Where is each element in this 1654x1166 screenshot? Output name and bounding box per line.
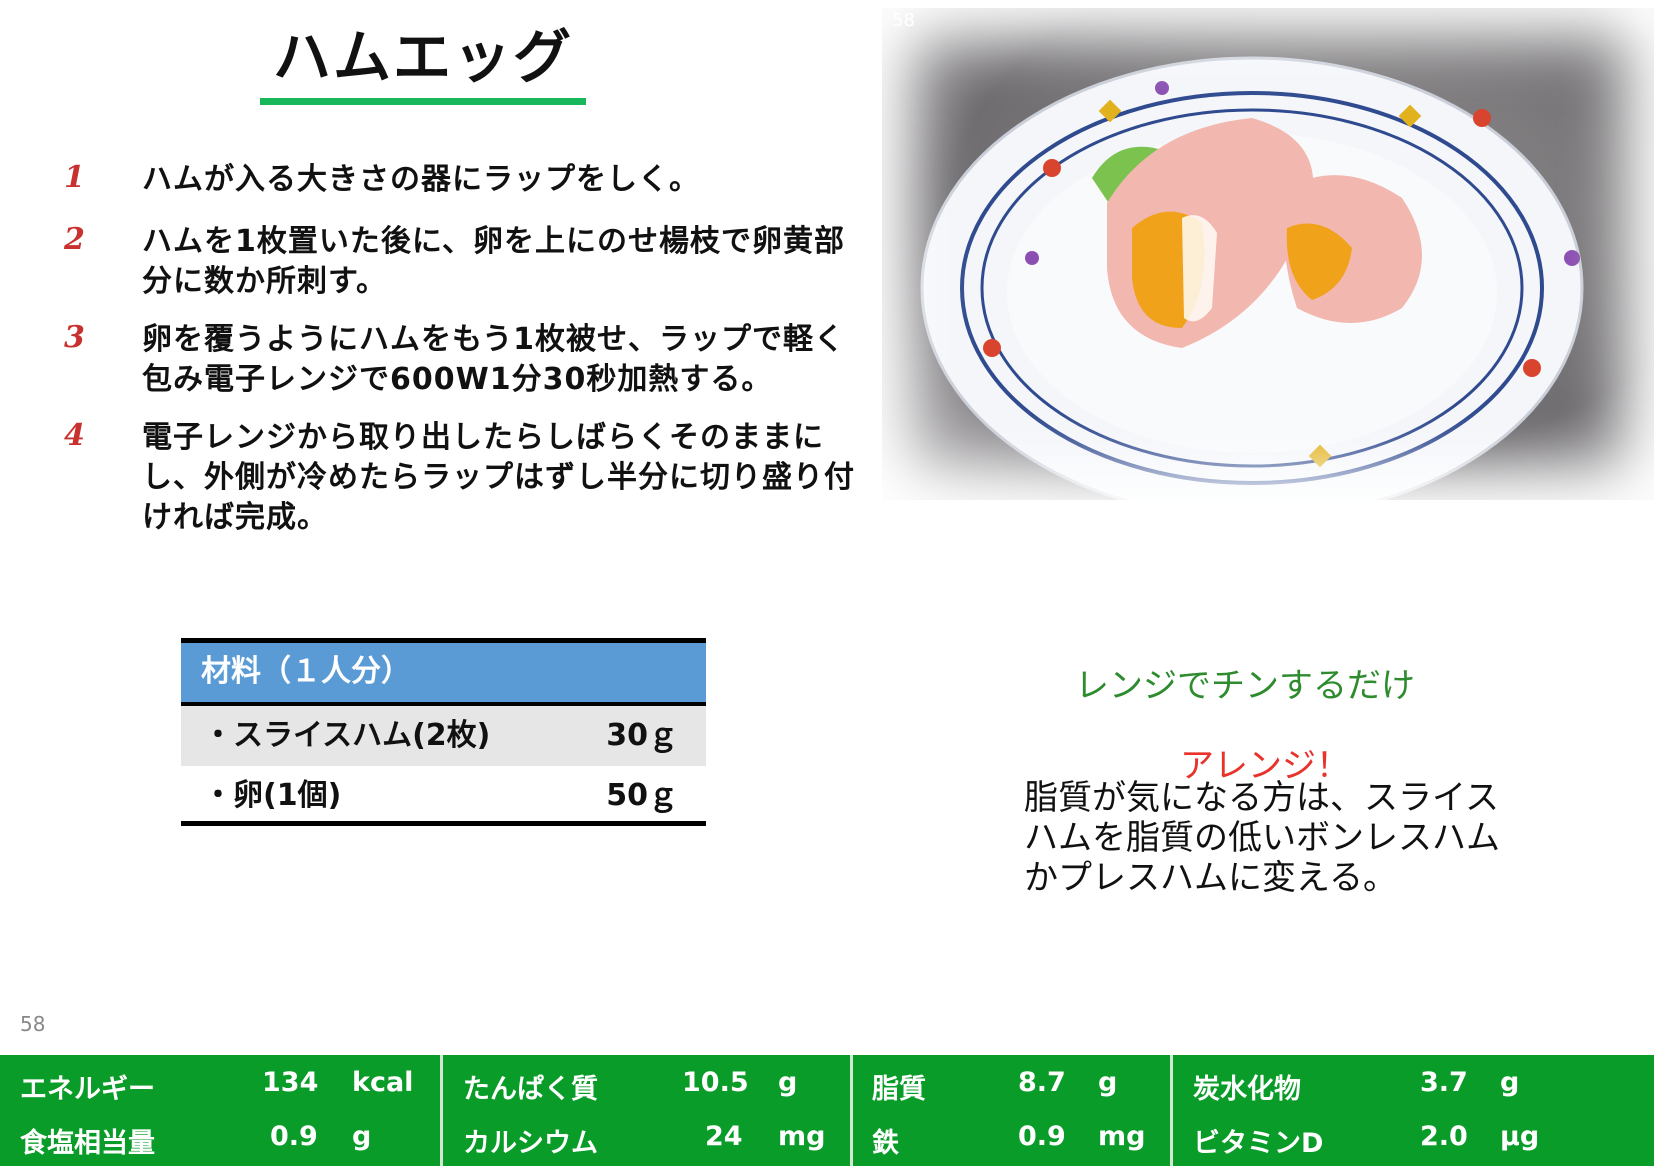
ingredient-amount: 50ｇ: [606, 778, 678, 813]
ingredients-header: 材料（１人分）: [181, 638, 706, 706]
dish-photo: 58: [882, 8, 1654, 500]
step-text: ハムを1枚置いた後に、卵を上にのせ楊枝で卵黄部分に数か所刺す。: [142, 224, 845, 299]
nutrient-value: 0.9: [270, 1121, 318, 1152]
nutrient-label: ビタミンD: [1193, 1128, 1324, 1159]
nutrient-unit: mg: [1098, 1121, 1146, 1152]
nutrient-label: 炭水化物: [1193, 1074, 1301, 1105]
recipe-title: ハムエッグ: [272, 23, 573, 91]
column-divider: [440, 1055, 443, 1166]
nutrient-unit: kcal: [352, 1067, 414, 1098]
nutrient-value: 8.7: [1018, 1067, 1066, 1098]
nutrient-value: 0.9: [1018, 1121, 1066, 1152]
step-text: 電子レンジから取り出したらしばらくそのままにし、外側が冷めたらラップはずし半分に…: [142, 420, 855, 535]
photo-page-label: 58: [892, 10, 915, 31]
step-number: 4: [64, 418, 85, 453]
page-number: 58: [20, 1012, 46, 1036]
nutrient-label: 食塩相当量: [20, 1128, 155, 1159]
column-divider: [1170, 1055, 1173, 1166]
step-text: 卵を覆うようにハムをもう1枚被せ、ラップで軽く包み電子レンジで600W1分30秒…: [142, 322, 845, 397]
step-number: 2: [64, 222, 85, 257]
nutrient-label: エネルギー: [20, 1074, 155, 1105]
nutrient-unit: g: [778, 1067, 798, 1098]
nutrient-unit: mg: [778, 1121, 826, 1152]
nutrition-bar: エネルギー 134 kcal たんぱく質 10.5 g 脂質 8.7 g 炭水化…: [0, 1055, 1654, 1166]
tip-headline: レンジでチンするだけ: [1075, 666, 1415, 706]
nutrient-unit: g: [1098, 1067, 1118, 1098]
nutrient-label: 鉄: [872, 1128, 899, 1159]
column-divider: [850, 1055, 853, 1166]
nutrient-value: 10.5: [682, 1067, 749, 1098]
arrange-body: 脂質が気になる方は、スライスハムを脂質の低いボンレスハムかプレスハムに変える。: [1024, 778, 1500, 898]
nutrient-value: 24: [705, 1121, 743, 1152]
nutrient-unit: g: [1500, 1067, 1520, 1098]
ingredient-row: ・スライスハム(2枚) 30ｇ: [181, 706, 706, 766]
nutrient-value: 2.0: [1420, 1121, 1468, 1152]
ingredient-name: ・スライスハム(2枚): [203, 718, 491, 753]
step-text: ハムが入る大きさの器にラップをしく。: [142, 162, 700, 197]
step-number: 3: [64, 320, 85, 355]
title-underline: [260, 98, 586, 105]
nutrient-value: 3.7: [1420, 1067, 1468, 1098]
nutrient-label: 脂質: [872, 1074, 926, 1105]
ham-egg-plate-illustration: [920, 56, 1584, 500]
nutrient-label: たんぱく質: [463, 1074, 598, 1105]
nutrient-value: 134: [262, 1067, 319, 1098]
ingredients-table: 材料（１人分） ・スライスハム(2枚) 30ｇ ・卵(1個) 50ｇ: [181, 638, 706, 826]
ingredient-row: ・卵(1個) 50ｇ: [181, 766, 706, 826]
nutrient-unit: g: [352, 1121, 372, 1152]
nutrient-unit: μg: [1500, 1121, 1540, 1152]
ingredient-amount: 30ｇ: [606, 718, 678, 753]
step-number: 1: [64, 160, 85, 195]
ingredient-name: ・卵(1個): [203, 778, 342, 813]
nutrient-label: カルシウム: [463, 1128, 598, 1159]
